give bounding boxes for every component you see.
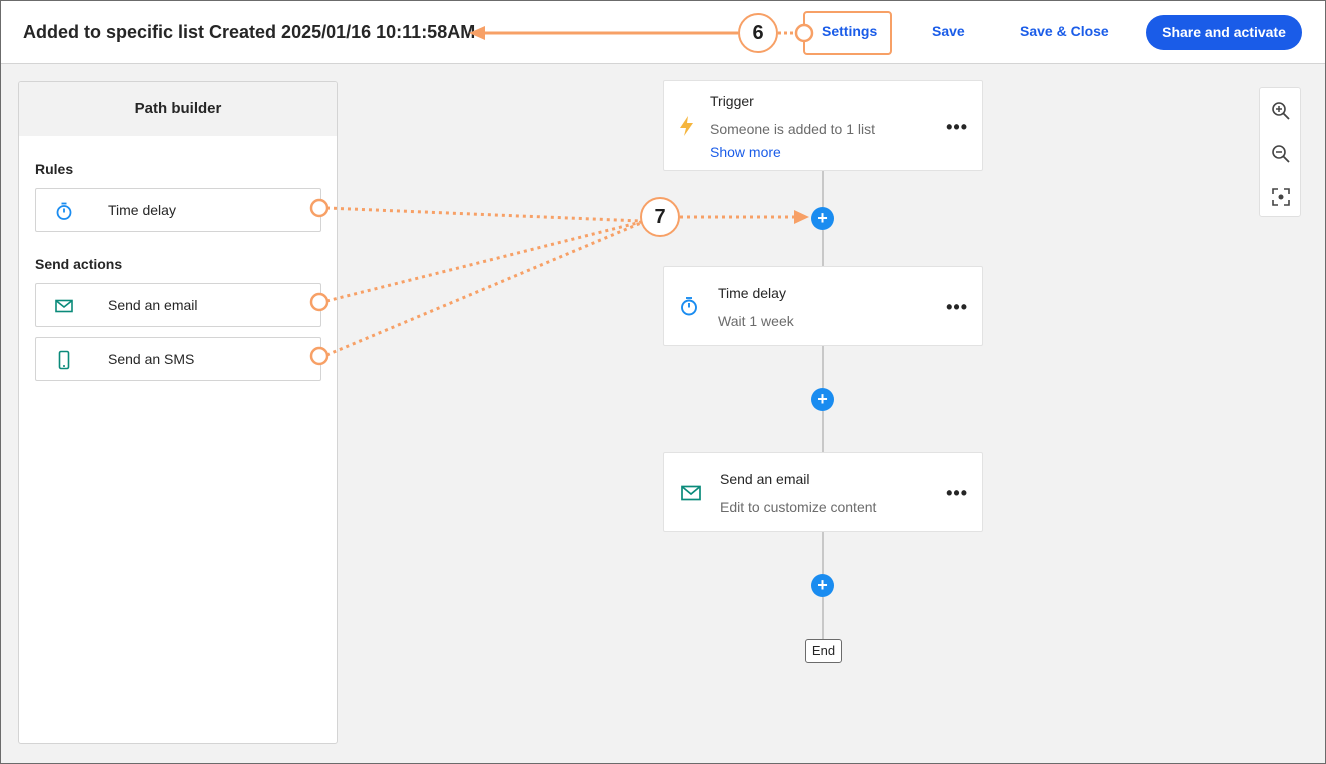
lightning-icon: [680, 116, 693, 136]
zoom-in-icon[interactable]: [1270, 100, 1292, 122]
save-button[interactable]: Save: [932, 23, 965, 39]
save-close-button[interactable]: Save & Close: [1020, 23, 1109, 39]
trigger-card[interactable]: Trigger Someone is added to 1 list Show …: [663, 80, 983, 171]
share-activate-button[interactable]: Share and activate: [1146, 15, 1302, 50]
path-builder-panel: Path builder Rules Time delay Send actio…: [18, 81, 338, 744]
path-item-label: Time delay: [108, 202, 176, 218]
page-title: Added to specific list Created 2025/01/1…: [23, 22, 476, 42]
path-item-label: Send an email: [108, 297, 198, 313]
callout-arrowhead: [794, 210, 809, 224]
send-email-subtitle: Edit to customize content: [720, 499, 877, 515]
connector-line: [822, 411, 824, 453]
stopwatch-icon: [681, 297, 697, 316]
settings-button[interactable]: Settings: [822, 23, 877, 39]
send-actions-label: Send actions: [35, 256, 123, 272]
callout-dotted-line: [326, 221, 642, 357]
path-item-label: Send an SMS: [108, 351, 195, 367]
trigger-subtitle: Someone is added to 1 list: [710, 121, 875, 137]
time-delay-subtitle: Wait 1 week: [718, 313, 794, 329]
top-bar: Added to specific list Created 2025/01/1…: [1, 1, 1325, 64]
envelope-icon: [681, 485, 701, 501]
trigger-title: Trigger: [710, 93, 754, 109]
add-step-button[interactable]: +: [811, 574, 834, 597]
stopwatch-icon: [56, 202, 72, 220]
fit-screen-icon[interactable]: [1270, 186, 1292, 208]
send-email-title: Send an email: [720, 471, 810, 487]
connector-line: [822, 531, 824, 574]
time-delay-title: Time delay: [718, 285, 786, 301]
zoom-out-icon[interactable]: [1270, 143, 1292, 165]
show-more-link[interactable]: Show more: [710, 144, 781, 160]
path-item-time-delay[interactable]: Time delay: [35, 188, 321, 232]
add-step-button[interactable]: +: [811, 207, 834, 230]
connector-line: [822, 170, 824, 207]
callout-badge-6: 6: [738, 13, 778, 53]
callout-badge-7: 7: [640, 197, 680, 237]
mobile-phone-icon: [58, 350, 70, 370]
path-item-send-sms[interactable]: Send an SMS: [35, 337, 321, 381]
end-node: End: [805, 639, 842, 663]
rules-label: Rules: [35, 161, 74, 177]
callout-dotted-line: [326, 220, 642, 303]
path-item-send-email[interactable]: Send an email: [35, 283, 321, 327]
path-builder-title: Path builder: [19, 82, 337, 136]
more-options-icon[interactable]: •••: [946, 298, 968, 316]
add-step-button[interactable]: +: [811, 388, 834, 411]
more-options-icon[interactable]: •••: [946, 484, 968, 502]
zoom-controls: [1259, 87, 1301, 217]
time-delay-card[interactable]: Time delay Wait 1 week •••: [663, 266, 983, 346]
connector-line: [822, 597, 824, 639]
send-email-card[interactable]: Send an email Edit to customize content …: [663, 452, 983, 532]
more-options-icon[interactable]: •••: [946, 118, 968, 136]
envelope-icon: [55, 299, 73, 313]
connector-line: [822, 230, 824, 267]
callout-dotted-line: [326, 206, 642, 223]
connector-line: [822, 345, 824, 388]
